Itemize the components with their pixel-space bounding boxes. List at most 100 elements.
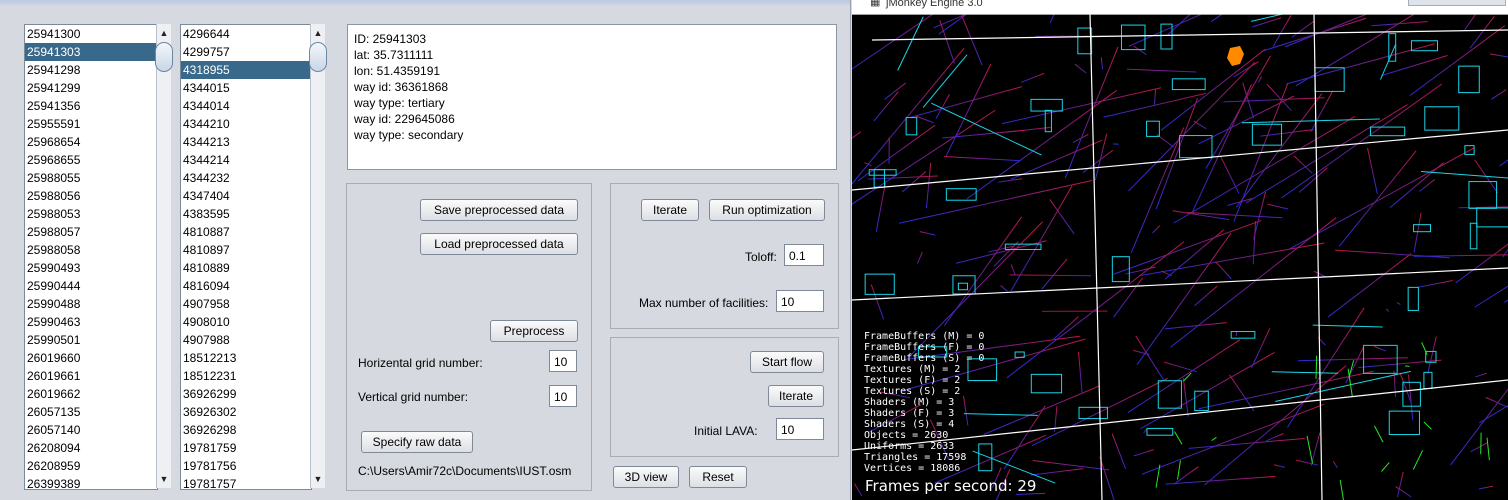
list-item[interactable]: 26399389	[25, 475, 157, 489]
scroll-up-arrow-icon[interactable]: ▲	[311, 26, 325, 40]
preprocess-button[interactable]: Preprocess	[490, 320, 578, 342]
max-facilities-field[interactable]: 10	[776, 290, 824, 312]
info-line: ID: 25941303	[354, 32, 427, 46]
list-item[interactable]: 4299757	[181, 43, 311, 61]
list-item[interactable]: 26019660	[25, 349, 157, 367]
iterate-flow-button[interactable]: Iterate	[768, 385, 824, 407]
list-item[interactable]: 25955591	[25, 115, 157, 133]
node-id-list[interactable]: 25941300 25941303 25941298 25941299 25941356…	[24, 24, 158, 490]
save-preprocessed-button[interactable]: Save preprocessed data	[420, 199, 578, 221]
list-item[interactable]: 36926299	[181, 385, 311, 403]
list-item[interactable]: 25990493	[25, 259, 157, 277]
info-line: way id: 229645086	[354, 112, 455, 126]
list-item[interactable]: 19781757	[181, 475, 311, 489]
render-stat-line: FrameBuffers (S) = 0	[864, 353, 985, 364]
toloff-field[interactable]: 0.1	[784, 244, 824, 266]
list-item[interactable]: 4344014	[181, 97, 311, 115]
list-item[interactable]: 4344210	[181, 115, 311, 133]
list-item[interactable]: 4907958	[181, 295, 311, 313]
specify-raw-data-button[interactable]: Specify raw data	[361, 431, 473, 453]
render-stat-line: Objects = 2630	[864, 430, 949, 441]
scroll-down-arrow-icon[interactable]: ▼	[157, 472, 171, 486]
list-item[interactable]: 4810887	[181, 223, 311, 241]
list-item[interactable]: 25990488	[25, 295, 157, 313]
iterate-optimization-button[interactable]: Iterate	[641, 199, 699, 221]
list-item[interactable]: 25941300	[25, 25, 157, 43]
list-item[interactable]: 25941298	[25, 61, 157, 79]
list-item[interactable]: 25988057	[25, 223, 157, 241]
way-id-list-items: 4296644 4299757 4318955 4344015 4344014 43442…	[181, 25, 311, 489]
3d-view-button[interactable]: 3D view	[613, 466, 679, 488]
list-item[interactable]: 4344015	[181, 79, 311, 97]
list-item[interactable]: 25968655	[25, 151, 157, 169]
scroll-up-arrow-icon[interactable]: ▲	[157, 26, 171, 40]
swing-window: 25941300 25941303 25941298 25941299 25941356…	[0, 0, 851, 500]
node-id-list-scrollbar[interactable]: ▲ ▼	[155, 24, 173, 488]
list-item[interactable]: 25990444	[25, 277, 157, 295]
reset-button[interactable]: Reset	[689, 466, 747, 488]
list-item[interactable]: 4907988	[181, 331, 311, 349]
node-info-textarea[interactable]: ID: 25941303 lat: 35.7311111 lon: 51.435…	[347, 24, 837, 170]
render-stat-line: Shaders (M) = 3	[864, 397, 955, 408]
render-stat-line: Textures (M) = 2	[864, 364, 961, 375]
render-stat-line: Uniforms = 2633	[864, 441, 955, 452]
list-item[interactable]: 26019662	[25, 385, 157, 403]
toloff-label: Toloff:	[745, 250, 777, 264]
list-item[interactable]: 4296644	[181, 25, 311, 43]
scroll-down-arrow-icon[interactable]: ▼	[311, 472, 325, 486]
list-item[interactable]: 4816094	[181, 277, 311, 295]
list-item[interactable]: 26208094	[25, 439, 157, 457]
render-stats: FrameBuffers (M) = 0 FrameBuffers (F) = 0…	[864, 331, 984, 474]
raw-data-path: C:\Users\Amir72c\Documents\IUST.osm	[358, 464, 572, 478]
info-line: lon: 51.4359191	[354, 64, 441, 78]
list-item[interactable]: 25990463	[25, 313, 157, 331]
scroll-thumb[interactable]	[155, 42, 173, 72]
list-item[interactable]: 19781756	[181, 457, 311, 475]
list-item[interactable]: 25988055	[25, 169, 157, 187]
list-item[interactable]: 26057140	[25, 421, 157, 439]
initial-lava-field[interactable]: 10	[776, 418, 824, 440]
render-stat-line: Triangles = 17598	[864, 452, 967, 463]
list-item[interactable]: 25941356	[25, 97, 157, 115]
list-item[interactable]: 4344232	[181, 169, 311, 187]
window-controls[interactable]	[1408, 0, 1506, 6]
list-item[interactable]: 25941303	[25, 43, 157, 61]
way-id-list[interactable]: 4296644 4299757 4318955 4344015 4344014 43442…	[180, 24, 312, 490]
vertical-grid-field[interactable]: 10	[549, 385, 577, 407]
list-item[interactable]: 26019661	[25, 367, 157, 385]
horizontal-grid-field[interactable]: 10	[549, 350, 577, 372]
list-item[interactable]: 26057135	[25, 403, 157, 421]
max-facilities-label: Max number of facilities:	[639, 296, 769, 310]
list-item[interactable]: 4908010	[181, 313, 311, 331]
list-item[interactable]: 4318955	[181, 61, 311, 79]
list-item[interactable]: 25941299	[25, 79, 157, 97]
list-item[interactable]: 4810889	[181, 259, 311, 277]
list-item[interactable]: 36926302	[181, 403, 311, 421]
list-item[interactable]: 18512231	[181, 367, 311, 385]
scroll-thumb[interactable]	[309, 42, 327, 72]
render-stat-line: Shaders (F) = 3	[864, 408, 955, 419]
list-item[interactable]: 25988053	[25, 205, 157, 223]
horizontal-grid-label: Horizental grid number:	[358, 356, 483, 370]
list-item[interactable]: 25990501	[25, 331, 157, 349]
list-item[interactable]: 25968654	[25, 133, 157, 151]
way-id-list-scrollbar[interactable]: ▲ ▼	[309, 24, 327, 488]
list-item[interactable]: 19781759	[181, 439, 311, 457]
list-item[interactable]: 4347404	[181, 187, 311, 205]
list-item[interactable]: 18512213	[181, 349, 311, 367]
initial-lava-label: Initial LAVA:	[694, 424, 758, 438]
render-stat-line: FrameBuffers (M) = 0	[864, 331, 985, 342]
list-item[interactable]: 4810897	[181, 241, 311, 259]
list-item[interactable]: 26208959	[25, 457, 157, 475]
list-item[interactable]: 4344213	[181, 133, 311, 151]
load-preprocessed-button[interactable]: Load preprocessed data	[420, 233, 578, 255]
list-item[interactable]: 4383595	[181, 205, 311, 223]
list-item[interactable]: 4344214	[181, 151, 311, 169]
list-item[interactable]: 36926298	[181, 421, 311, 439]
fps-counter: Frames per second: 29	[865, 477, 1037, 495]
run-optimization-button[interactable]: Run optimization	[709, 199, 825, 221]
list-item[interactable]: 25988058	[25, 241, 157, 259]
start-flow-button[interactable]: Start flow	[750, 351, 824, 373]
info-line: lat: 35.7311111	[354, 48, 434, 62]
list-item[interactable]: 25988056	[25, 187, 157, 205]
